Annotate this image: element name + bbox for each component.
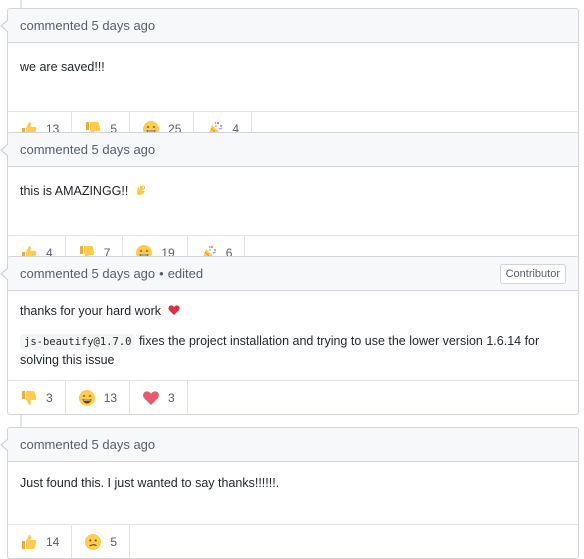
comment-text: js-beautify@1.7.0 fixes the project inst…: [20, 332, 566, 369]
comment-body: this is AMAZINGG!!: [8, 167, 578, 235]
confused-icon: [85, 533, 102, 550]
comment: commented 5 days ago this is AMAZINGG!! …: [0, 132, 579, 270]
heart-icon: [167, 305, 180, 315]
reaction-heart[interactable]: 3: [130, 381, 188, 414]
comment-body: thanks for your hard work js-beautify@1.…: [8, 291, 578, 380]
separator-dot: •: [159, 266, 164, 281]
reaction-count: 5: [110, 534, 118, 549]
reaction-confused[interactable]: 5: [72, 525, 131, 558]
reactions-bar: 14 5: [8, 524, 578, 558]
comment-header: commented 5 days ago • edited Contributor: [0, 257, 578, 291]
comment-timestamp[interactable]: commented 5 days ago: [20, 437, 155, 452]
comment-text-content: this is AMAZINGG!!: [20, 184, 129, 198]
comment-text: thanks for your hard work: [20, 302, 566, 320]
reaction-laugh[interactable]: 13: [66, 381, 131, 414]
reaction-count: 3: [168, 390, 175, 405]
comment-text-content: thanks for your hard work: [20, 304, 162, 318]
contributor-badge: Contributor: [499, 264, 566, 284]
reaction-count: 13: [103, 390, 118, 405]
reaction-thumbs-up[interactable]: 14: [8, 525, 73, 558]
heart-icon: [143, 390, 159, 405]
reaction-count: 3: [46, 390, 53, 405]
comment: commented 5 days ago we are saved!!! 13 …: [0, 8, 579, 146]
comment-text: Just found this. I just wanted to say th…: [20, 476, 280, 490]
comment-text: we are saved!!!: [20, 60, 105, 74]
comment-body: Just found this. I just wanted to say th…: [8, 462, 578, 524]
comment-timestamp[interactable]: commented 5 days ago: [20, 18, 155, 33]
thumbs-up-icon: [22, 534, 37, 549]
comment-header: commented 5 days ago: [0, 428, 578, 462]
reaction-count: 14: [46, 534, 60, 549]
comment: commented 5 days ago • edited Contributor …: [0, 256, 579, 415]
comment-header: commented 5 days ago: [0, 9, 578, 43]
edited-link[interactable]: edited: [168, 266, 203, 281]
reactions-bar: 3 13 3: [8, 380, 578, 414]
thumbs-down-icon: [22, 390, 37, 405]
comment-timestamp[interactable]: commented 5 days ago: [20, 142, 155, 157]
laugh-icon: [78, 389, 95, 406]
comment: commented 5 days ago Just found this. I …: [0, 427, 579, 559]
comment-timestamp[interactable]: commented 5 days ago: [20, 266, 155, 281]
comment-body: we are saved!!!: [8, 43, 578, 111]
comment-header: commented 5 days ago: [0, 133, 578, 167]
comment-text: this is AMAZINGG!!: [20, 177, 566, 205]
inline-code: js-beautify@1.7.0: [20, 334, 136, 350]
ok-hand-icon: [136, 185, 145, 195]
reaction-thumbs-down[interactable]: 3: [8, 381, 66, 414]
